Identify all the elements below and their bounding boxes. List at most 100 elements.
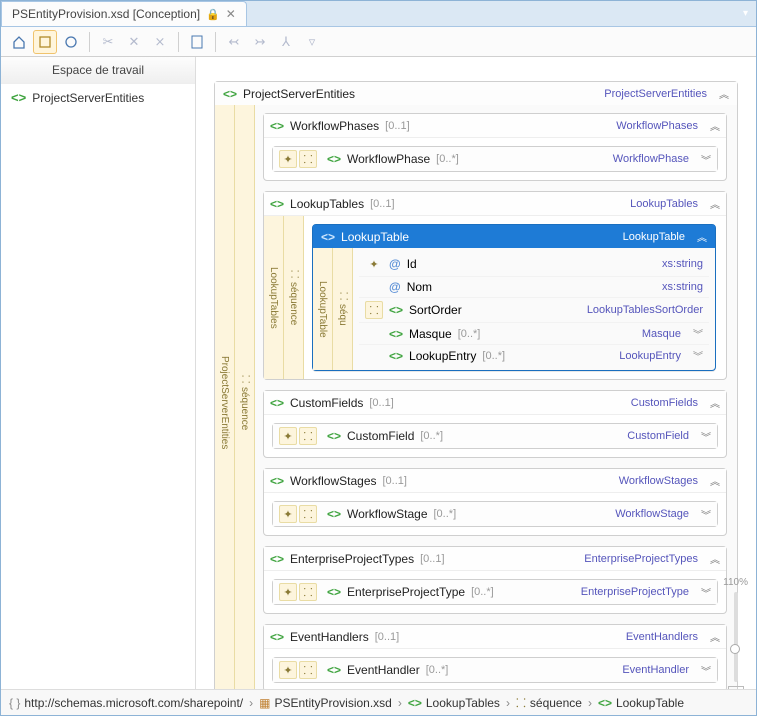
sequence-tool-icon[interactable]: ⸬ — [299, 505, 317, 523]
bc-text: PSEntityProvision.xsd — [274, 696, 391, 710]
lookuptable-type-stripe[interactable]: LookupTable — [313, 248, 333, 370]
expand-icon[interactable]: ︾ — [701, 585, 711, 600]
sequence-tool-icon[interactable]: ⸬ — [299, 583, 317, 601]
element-type[interactable]: WorkflowStage — [615, 508, 689, 520]
member-type[interactable]: LookupEntry — [619, 350, 681, 362]
element-type[interactable]: EventHandler — [622, 664, 689, 676]
element-enterpriseprojecttypes[interactable]: <> EnterpriseProjectTypes [0..1] Enterpr… — [263, 546, 727, 614]
member-type[interactable]: Masque — [642, 328, 681, 340]
type-tool-icon[interactable]: ✦ — [279, 583, 297, 601]
element-icon: <> — [598, 696, 612, 710]
breadcrumb-namespace[interactable]: { }http://schemas.microsoft.com/sharepoi… — [9, 696, 243, 710]
document-icon[interactable] — [185, 30, 209, 54]
element-type[interactable]: LookupTables — [630, 198, 698, 210]
element-type[interactable]: EnterpriseProjectType — [581, 586, 689, 598]
type-tool-icon[interactable]: ✦ — [279, 505, 297, 523]
root-type[interactable]: ProjectServerEntities — [604, 88, 707, 100]
element-type[interactable]: LookupTable — [623, 231, 685, 243]
element-lookuptable[interactable]: <> LookupTable LookupTable ︽ LookupTable — [312, 224, 716, 371]
sequence-tool-icon[interactable]: ⸬ — [299, 427, 317, 445]
expand-icon[interactable]: ︾ — [693, 348, 703, 363]
lookuptables-type-stripe[interactable]: LookupTables — [264, 216, 284, 379]
collapse-icon[interactable]: ︽ — [710, 629, 720, 644]
expand-icon[interactable]: ︾ — [701, 507, 711, 522]
element-enterpriseprojecttype[interactable]: ✦⸬ <> EnterpriseProjectType [0..*] Enter… — [272, 579, 718, 605]
element-customfields[interactable]: <> CustomFields [0..1] CustomFields ︽ ✦⸬… — [263, 390, 727, 458]
explorer-item-root[interactable]: <> ProjectServerEntities — [1, 84, 195, 111]
element-view-icon[interactable] — [33, 30, 57, 54]
root-name: ProjectServerEntities — [243, 87, 355, 101]
lookuptable-sequence-stripe[interactable]: ⸬séqu — [333, 248, 353, 370]
tab-overflow-icon[interactable]: ▾ — [735, 8, 756, 19]
home-icon[interactable] — [7, 30, 31, 54]
lookuptables-header[interactable]: <> LookupTables [0..1] LookupTables ︽ — [264, 192, 726, 216]
element-sortorder[interactable]: ⸬<>SortOrderLookupTablesSortOrder — [359, 297, 709, 322]
element-eventhandler[interactable]: ✦⸬ <> EventHandler [0..*] EventHandler ︾ — [272, 657, 718, 683]
lookuptable-header[interactable]: <> LookupTable LookupTable ︽ — [313, 225, 715, 248]
collapse-icon[interactable]: ︽ — [710, 118, 720, 133]
root-body: ProjectServerEntities ⸬séquence <> Workf… — [215, 105, 737, 689]
expand-icon[interactable]: ︾ — [701, 429, 711, 444]
customfields-header[interactable]: <> CustomFields [0..1] CustomFields ︽ — [264, 391, 726, 415]
element-type[interactable]: EventHandlers — [626, 631, 698, 643]
root-header[interactable]: <> ProjectServerEntities ProjectServerEn… — [215, 82, 737, 105]
collapse-icon[interactable]: ︽ — [719, 86, 729, 101]
element-lookuptables[interactable]: <> LookupTables [0..1] LookupTables ︽ Lo… — [263, 191, 727, 380]
attribute-nom[interactable]: @Nomxs:string — [359, 276, 709, 297]
element-masque[interactable]: <>Masque[0..*]Masque︾ — [359, 322, 709, 344]
member-type[interactable]: xs:string — [662, 281, 703, 293]
close-icon[interactable]: ✕ — [226, 7, 236, 21]
element-type[interactable]: WorkflowPhases — [616, 120, 698, 132]
minimap-icon[interactable] — [728, 686, 744, 689]
element-workflowphases[interactable]: <> WorkflowPhases [0..1] WorkflowPhases … — [263, 113, 727, 181]
collapse-icon[interactable]: ︽ — [697, 229, 707, 244]
zoom-track[interactable] — [734, 592, 738, 682]
element-workflowstage[interactable]: ✦⸬ <> WorkflowStage [0..*] WorkflowStage… — [272, 501, 718, 527]
eventhandlers-header[interactable]: <> EventHandlers [0..1] EventHandlers ︽ — [264, 625, 726, 649]
expand-icon[interactable]: ︾ — [701, 152, 711, 167]
breadcrumb-file[interactable]: ▦PSEntityProvision.xsd — [259, 696, 392, 710]
collapse-icon[interactable]: ︽ — [710, 473, 720, 488]
sequence-tool-icon[interactable]: ⸬ — [299, 661, 317, 679]
workflowphases-header[interactable]: <> WorkflowPhases [0..1] WorkflowPhases … — [264, 114, 726, 138]
root-sequence-stripe[interactable]: ⸬séquence — [235, 105, 255, 689]
element-type[interactable]: WorkflowStages — [619, 475, 698, 487]
zoom-slider[interactable]: 110% — [723, 577, 748, 689]
type-tool-icon[interactable]: ✦ — [279, 661, 297, 679]
attribute-id[interactable]: ✦@Idxs:string — [359, 252, 709, 276]
element-type[interactable]: CustomFields — [631, 397, 698, 409]
root-element-box[interactable]: <> ProjectServerEntities ProjectServerEn… — [214, 81, 738, 689]
attribute-view-icon[interactable] — [59, 30, 83, 54]
enterpriseprojecttypes-header[interactable]: <> EnterpriseProjectTypes [0..1] Enterpr… — [264, 547, 726, 571]
designer-canvas[interactable]: <> ProjectServerEntities ProjectServerEn… — [196, 57, 756, 689]
member-type[interactable]: LookupTablesSortOrder — [587, 304, 703, 316]
breadcrumb-sequence[interactable]: ⸬séquence — [516, 694, 582, 711]
element-customfield[interactable]: ✦⸬ <> CustomField [0..*] CustomField ︾ — [272, 423, 718, 449]
cardinality: [0..1] — [420, 553, 444, 565]
root-type-stripe[interactable]: ProjectServerEntities — [215, 105, 235, 689]
zoom-knob[interactable] — [730, 644, 740, 654]
element-type[interactable]: EnterpriseProjectTypes — [584, 553, 698, 565]
expand-icon[interactable]: ︾ — [701, 663, 711, 678]
workflowstages-header[interactable]: <> WorkflowStages [0..1] WorkflowStages … — [264, 469, 726, 493]
type-tool-icon[interactable]: ✦ — [279, 150, 297, 168]
collapse-icon[interactable]: ︽ — [710, 395, 720, 410]
breadcrumb-lookuptable[interactable]: <>LookupTable — [598, 696, 684, 710]
sequence-tool-icon[interactable]: ⸬ — [299, 150, 317, 168]
type-tool-icon[interactable]: ✦ — [279, 427, 297, 445]
collapse-icon[interactable]: ︽ — [710, 551, 720, 566]
breadcrumb-lookuptables[interactable]: <>LookupTables — [408, 696, 500, 710]
lookuptables-sequence-stripe[interactable]: ⸬séquence — [284, 216, 304, 379]
member-type[interactable]: xs:string — [662, 258, 703, 270]
element-type[interactable]: WorkflowPhase — [613, 153, 689, 165]
expand-icon[interactable]: ︾ — [693, 326, 703, 341]
element-workflowstages[interactable]: <> WorkflowStages [0..1] WorkflowStages … — [263, 468, 727, 536]
collapse-icon[interactable]: ︽ — [710, 196, 720, 211]
file-tab[interactable]: PSEntityProvision.xsd [Conception] 🔒 ✕ — [1, 1, 247, 26]
element-type[interactable]: CustomField — [627, 430, 689, 442]
element-lookupentry[interactable]: <>LookupEntry[0..*]LookupEntry︾ — [359, 344, 709, 366]
element-icon: <> — [327, 152, 341, 166]
element-workflowphase[interactable]: ✦⸬ <> WorkflowPhase [0..*] WorkflowPhase… — [272, 146, 718, 172]
element-eventhandlers[interactable]: <> EventHandlers [0..1] EventHandlers ︽ … — [263, 624, 727, 689]
attribute-icon: @ — [389, 257, 401, 271]
